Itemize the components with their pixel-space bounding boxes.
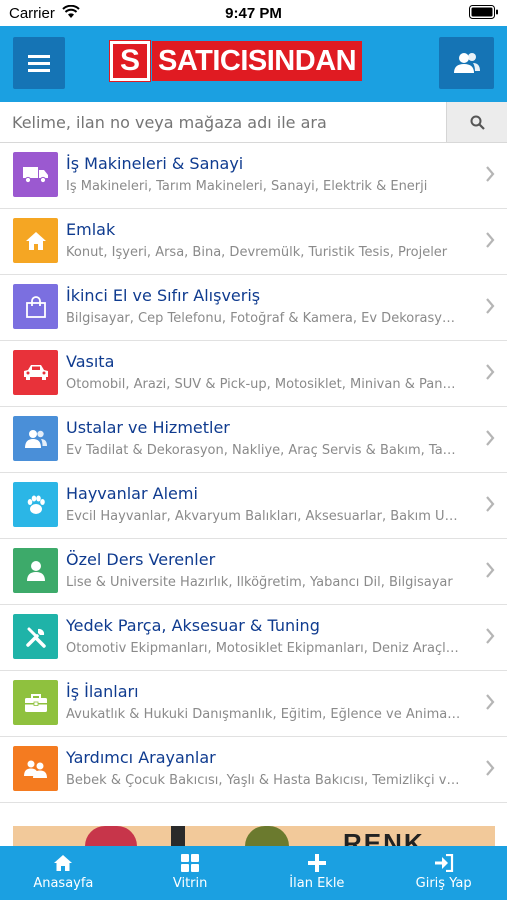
category-title: İş Makineleri & Sanayi (66, 154, 244, 173)
category-title: İş İlanları (66, 682, 139, 701)
battery-icon (469, 5, 498, 19)
app-logo[interactable]: S SATICISINDAN (109, 40, 363, 82)
promo-banner[interactable]: RENK (13, 826, 495, 846)
tab-label: İlan Ekle (289, 876, 345, 891)
category-subtitle: Otomotiv Ekipmanları, Motosiklet Ekipman… (66, 641, 461, 656)
app-header: S SATICISINDAN (0, 26, 507, 102)
chevron-right-icon (486, 628, 495, 644)
home-icon (54, 855, 73, 871)
category-icon-box (13, 416, 58, 461)
category-item-is-makineleri[interactable]: İş Makineleri & Sanayi İş Makineleri, Ta… (0, 143, 507, 209)
category-item-hayvanlar[interactable]: Hayvanlar Alemi Evcil Hayvanlar, Akvaryu… (0, 473, 507, 539)
tab-ilan-ekle[interactable]: İlan Ekle (254, 846, 381, 900)
tools-icon (25, 627, 46, 648)
category-icon-box (13, 284, 58, 329)
users-icon (24, 429, 47, 448)
category-subtitle: Konut, İşyeri, Arsa, Bina, Devremülk, Tu… (66, 245, 448, 260)
person-icon (26, 560, 45, 581)
tab-anasayfa[interactable]: Anasayfa (0, 846, 127, 900)
category-item-yedek-parca[interactable]: Yedek Parça, Aksesuar & Tuning Otomotiv … (0, 605, 507, 671)
chevron-right-icon (486, 496, 495, 512)
truck-icon (22, 166, 48, 183)
grid-icon (181, 854, 200, 872)
category-subtitle: Evcil Hayvanlar, Akvaryum Balıkları, Aks… (66, 509, 461, 524)
category-icon-box (13, 680, 58, 725)
category-item-ozel-ders[interactable]: Özel Ders Verenler Lise & Üniversite Haz… (0, 539, 507, 605)
category-icon-box (13, 482, 58, 527)
chevron-right-icon (486, 562, 495, 578)
category-icon-box (13, 218, 58, 263)
search-input[interactable] (0, 102, 446, 142)
category-subtitle: Ev Tadilat & Dekorasyon, Nakliye, Araç S… (66, 443, 461, 458)
chevron-right-icon (486, 232, 495, 248)
logo-mark: S (109, 40, 151, 82)
category-title: Yedek Parça, Aksesuar & Tuning (66, 616, 320, 635)
category-item-yardimci[interactable]: Yardımcı Arayanlar Bebek & Çocuk Bakıcıs… (0, 737, 507, 803)
shopping-bag-icon (25, 295, 46, 318)
category-title: Vasıta (66, 352, 115, 371)
chevron-right-icon (486, 364, 495, 380)
bottom-tab-bar: Anasayfa Vitrin İlan Ekle Giriş Yap (0, 846, 507, 900)
category-title: Hayvanlar Alemi (66, 484, 198, 503)
category-title: Emlak (66, 220, 116, 239)
account-button[interactable] (439, 37, 494, 89)
logo-text: SATICISINDAN (152, 41, 363, 81)
menu-button[interactable] (13, 37, 65, 89)
category-title: İkinci El ve Sıfır Alışveriş (66, 286, 261, 305)
category-item-is-ilanlari[interactable]: İş İlanları Avukatlık & Hukuki Danışmanl… (0, 671, 507, 737)
search-bar (0, 102, 507, 143)
category-icon-box (13, 614, 58, 659)
hamburger-icon (28, 55, 50, 72)
chevron-right-icon (486, 430, 495, 446)
category-icon-box (13, 152, 58, 197)
tab-label: Giriş Yap (415, 876, 472, 891)
tab-giris-yap[interactable]: Giriş Yap (380, 846, 507, 900)
category-subtitle: İş Makineleri, Tarım Makineleri, Sanayi,… (66, 179, 428, 194)
category-item-emlak[interactable]: Emlak Konut, İşyeri, Arsa, Bina, Devremü… (0, 209, 507, 275)
banner-graphic (245, 826, 289, 846)
category-title: Özel Ders Verenler (66, 550, 216, 569)
category-subtitle: Avukatlık & Hukuki Danışmanlık, Eğitim, … (66, 707, 461, 722)
users-icon (453, 53, 480, 73)
chevron-right-icon (486, 694, 495, 710)
category-icon-box (13, 350, 58, 395)
category-item-alisveris[interactable]: İkinci El ve Sıfır Alışveriş Bilgisayar,… (0, 275, 507, 341)
category-subtitle: Lise & Üniversite Hazırlık, İlköğretim, … (66, 575, 453, 590)
search-icon (470, 115, 485, 130)
chevron-right-icon (486, 298, 495, 314)
category-title: Yardımcı Arayanlar (66, 748, 216, 767)
home-icon (25, 231, 46, 250)
paw-icon (27, 495, 45, 514)
tab-label: Anasayfa (33, 876, 94, 891)
status-bar: Carrier 9:47 PM (0, 0, 507, 26)
banner-text: RENK (343, 828, 425, 846)
helpers-icon (23, 760, 47, 778)
category-subtitle: Bebek & Çocuk Bakıcısı, Yaşlı & Hasta Ba… (66, 773, 461, 788)
briefcase-icon (24, 693, 47, 712)
search-button[interactable] (446, 102, 507, 142)
chevron-right-icon (486, 760, 495, 776)
plus-icon (307, 854, 326, 872)
category-list: İş Makineleri & Sanayi İş Makineleri, Ta… (0, 143, 507, 803)
car-icon (23, 364, 48, 380)
banner-graphic (171, 826, 185, 846)
tab-vitrin[interactable]: Vitrin (127, 846, 254, 900)
category-title: Ustalar ve Hizmetler (66, 418, 230, 437)
sign-in-icon (434, 854, 453, 872)
category-icon-box (13, 746, 58, 791)
tab-label: Vitrin (172, 876, 208, 891)
chevron-right-icon (486, 166, 495, 182)
category-subtitle: Otomobil, Arazi, SUV & Pick-up, Motosikl… (66, 377, 461, 392)
category-item-ustalar[interactable]: Ustalar ve Hizmetler Ev Tadilat & Dekora… (0, 407, 507, 473)
status-time: 9:47 PM (225, 5, 282, 22)
banner-graphic (85, 826, 137, 846)
category-icon-box (13, 548, 58, 593)
category-item-vasita[interactable]: Vasıta Otomobil, Arazi, SUV & Pick-up, M… (0, 341, 507, 407)
category-subtitle: Bilgisayar, Cep Telefonu, Fotoğraf & Kam… (66, 311, 461, 326)
